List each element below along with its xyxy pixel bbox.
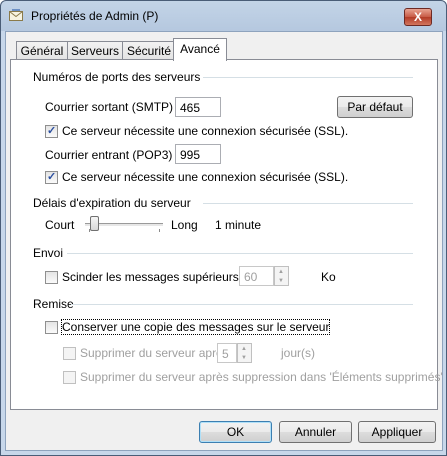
slider-tick <box>159 229 160 232</box>
mail-account-icon <box>9 9 23 21</box>
split-messages-label[interactable]: Scinder les messages supérieurs à <box>62 270 249 284</box>
remove-after-label[interactable]: Supprimer du serveur après <box>80 346 229 360</box>
pop3-ssl-checkbox[interactable]: ✓ <box>45 171 58 184</box>
delivery-group-label: Remise <box>33 297 74 311</box>
timeout-slider-thumb[interactable] <box>89 216 99 231</box>
remove-deleted-label[interactable]: Supprimer du serveur après suppression d… <box>80 370 443 384</box>
ok-button[interactable]: OK <box>199 421 272 443</box>
remove-after-spinner[interactable]: ▲ ▼ <box>237 343 252 363</box>
pop3-ssl-label[interactable]: Ce serveur nécessite une connexion sécur… <box>62 170 348 184</box>
timeout-group-divider <box>203 203 413 204</box>
properties-dialog: Propriétés de Admin (P) X Général Serveu… <box>0 0 447 456</box>
cancel-button[interactable]: Annuler <box>279 421 352 443</box>
smtp-ssl-label[interactable]: Ce serveur nécessite une connexion sécur… <box>62 124 348 138</box>
spin-up-icon: ▲ <box>278 269 284 275</box>
remove-after-days-input[interactable]: 5 <box>217 343 237 363</box>
split-size-input[interactable]: 60 <box>239 266 274 286</box>
smtp-label: Courrier sortant (SMTP) : <box>45 100 180 114</box>
close-button[interactable]: X <box>404 8 432 26</box>
tab-security[interactable]: Sécurité <box>122 41 176 60</box>
spin-down-icon: ▼ <box>241 355 247 361</box>
split-messages-checkbox[interactable] <box>45 271 58 284</box>
pop3-port-input[interactable]: 995 <box>175 144 221 164</box>
timeout-short-label: Court <box>45 218 75 232</box>
timeout-value-label: 1 minute <box>215 218 262 232</box>
spin-up-icon: ▲ <box>241 346 247 352</box>
remove-deleted-checkbox[interactable] <box>63 371 76 384</box>
default-ports-button[interactable]: Par défaut <box>337 96 413 118</box>
pop3-label: Courrier entrant (POP3) : <box>45 148 180 162</box>
send-group-divider <box>67 253 413 254</box>
tab-advanced[interactable]: Avancé <box>173 38 227 61</box>
advanced-tab-page: Numéros de ports des serveurs Courrier s… <box>10 59 443 410</box>
spin-down-icon: ▼ <box>278 278 284 284</box>
smtp-ssl-checkbox[interactable]: ✓ <box>45 125 58 138</box>
keep-copy-checkbox[interactable] <box>45 321 58 334</box>
ports-group-label: Numéros de ports des serveurs <box>33 70 201 84</box>
keep-copy-label[interactable]: Conserver une copie des messages sur le … <box>60 319 331 335</box>
apply-button[interactable]: Appliquer <box>358 421 436 443</box>
checkmark-icon: ✓ <box>47 125 57 137</box>
ports-group-divider <box>203 77 413 78</box>
dialog-client-area: Général Serveurs Sécurité Avancé Numéros… <box>5 31 443 451</box>
send-group-label: Envoi <box>33 246 64 260</box>
window-title: Propriétés de Admin (P) <box>31 9 159 23</box>
size-unit-label: Ko <box>321 270 336 284</box>
remove-after-checkbox[interactable] <box>63 347 76 360</box>
split-size-spinner[interactable]: ▲ ▼ <box>274 266 289 286</box>
tab-servers[interactable]: Serveurs <box>67 41 123 60</box>
timeout-group-label: Délais d'expiration du serveur <box>33 196 191 210</box>
days-unit-label: jour(s) <box>281 346 316 360</box>
checkmark-icon: ✓ <box>47 171 57 183</box>
tab-general[interactable]: Général <box>16 41 68 60</box>
delivery-group-divider <box>71 304 413 305</box>
title-bar[interactable]: Propriétés de Admin (P) X <box>1 1 446 31</box>
smtp-port-input[interactable]: 465 <box>175 97 221 117</box>
slider-tick <box>89 229 90 232</box>
close-icon: X <box>413 10 422 24</box>
timeout-long-label: Long <box>171 218 198 232</box>
